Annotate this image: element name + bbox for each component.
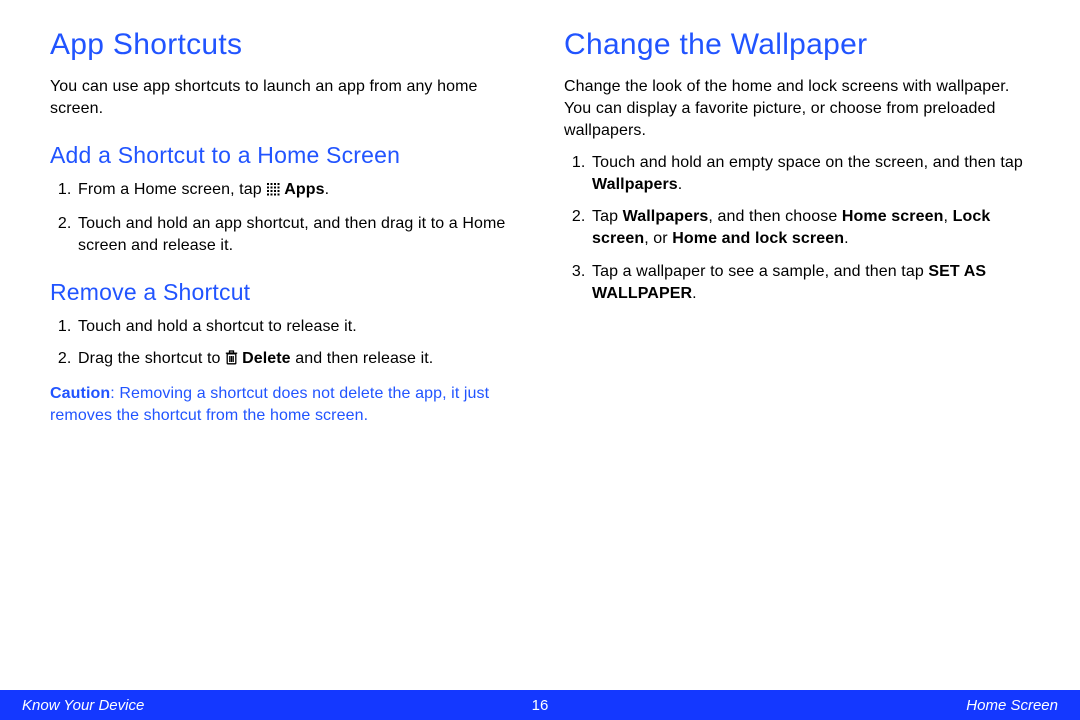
caution-label: Caution	[50, 385, 110, 402]
apps-grid-icon	[266, 181, 280, 203]
text: , and then choose	[708, 208, 841, 225]
step: Touch and hold an app shortcut, and then…	[76, 213, 516, 257]
text: .	[844, 230, 849, 247]
step: Drag the shortcut to Delete and then rel…	[76, 348, 516, 372]
intro-app-shortcuts: You can use app shortcuts to launch an a…	[50, 76, 516, 120]
page-footer: Know Your Device 16 Home Screen	[0, 690, 1080, 720]
step: Tap a wallpaper to see a sample, and the…	[590, 261, 1030, 305]
label-apps: Apps	[284, 181, 324, 198]
text: ,	[943, 208, 952, 225]
step: Touch and hold an empty space on the scr…	[590, 152, 1030, 196]
footer-page-number: 16	[532, 697, 549, 714]
text: From a Home screen, tap	[78, 181, 266, 198]
caution-body: : Removing a shortcut does not delete th…	[50, 385, 489, 424]
text: Drag the shortcut to	[78, 350, 225, 367]
text: , or	[644, 230, 672, 247]
text: .	[678, 176, 683, 193]
left-column: App Shortcuts You can use app shortcuts …	[50, 28, 516, 427]
footer-left: Know Your Device	[22, 697, 144, 714]
text: Tap a wallpaper to see a sample, and the…	[592, 263, 928, 280]
text: and then release it.	[291, 350, 434, 367]
intro-change-wallpaper: Change the look of the home and lock scr…	[564, 76, 1030, 142]
label-home-and-lock: Home and lock screen	[672, 230, 844, 247]
heading-add-shortcut: Add a Shortcut to a Home Screen	[50, 142, 516, 169]
heading-change-wallpaper: Change the Wallpaper	[564, 28, 1030, 62]
footer-right: Home Screen	[966, 697, 1058, 714]
steps-add-shortcut: From a Home screen, tap Apps. Touch and …	[50, 179, 516, 257]
text: Tap	[592, 208, 623, 225]
two-column-layout: App Shortcuts You can use app shortcuts …	[50, 28, 1030, 427]
heading-remove-shortcut: Remove a Shortcut	[50, 279, 516, 306]
manual-page: App Shortcuts You can use app shortcuts …	[0, 0, 1080, 720]
text: .	[325, 181, 330, 198]
step: From a Home screen, tap Apps.	[76, 179, 516, 203]
label-wallpapers: Wallpapers	[623, 208, 709, 225]
steps-remove-shortcut: Touch and hold a shortcut to release it.…	[50, 316, 516, 372]
trash-icon	[225, 350, 238, 372]
text: Touch and hold an empty space on the scr…	[592, 154, 1023, 171]
label-wallpapers: Wallpapers	[592, 176, 678, 193]
label-delete: Delete	[242, 350, 291, 367]
label-home-screen: Home screen	[842, 208, 944, 225]
steps-change-wallpaper: Touch and hold an empty space on the scr…	[564, 152, 1030, 304]
right-column: Change the Wallpaper Change the look of …	[564, 28, 1030, 427]
step: Tap Wallpapers, and then choose Home scr…	[590, 206, 1030, 250]
caution-note: Caution: Removing a shortcut does not de…	[50, 383, 516, 427]
step: Touch and hold a shortcut to release it.	[76, 316, 516, 338]
text: .	[692, 285, 697, 302]
heading-app-shortcuts: App Shortcuts	[50, 28, 516, 62]
